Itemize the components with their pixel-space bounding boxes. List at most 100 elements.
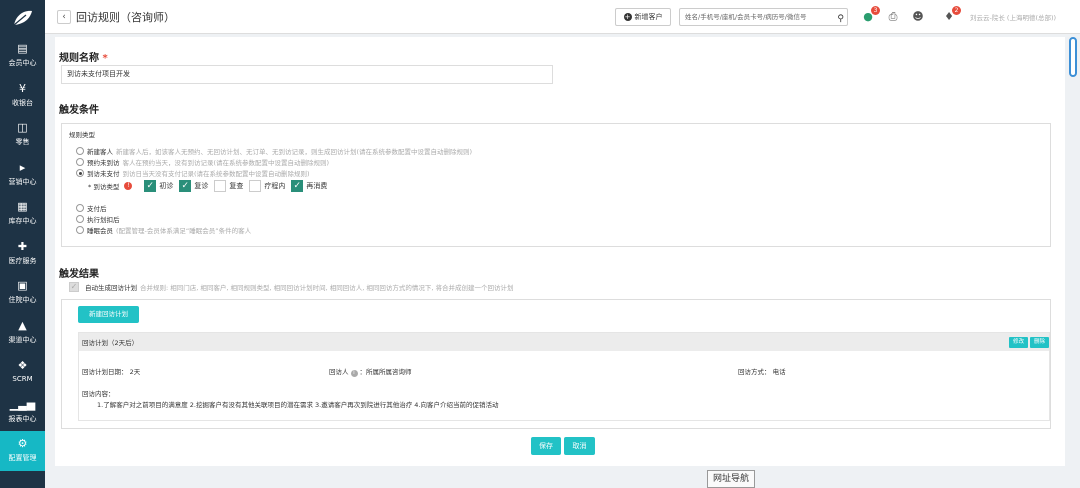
checkbox-in-course[interactable]: 疗程内	[249, 180, 285, 192]
checkbox-recheck[interactable]: 复查	[214, 180, 243, 192]
sidebar-item-marketing[interactable]: ▸ 营销中心	[0, 155, 45, 195]
sitemap-icon: ▲	[18, 318, 27, 332]
sidebar-item-member[interactable]: ▤ 会员中心	[0, 36, 45, 76]
gear-icon: ⚙	[17, 437, 28, 451]
auto-generate-label: 自动生成回访计划	[85, 284, 137, 292]
auto-generate-row: ✓ 自动生成回访计划 合并规则: 相同门店, 相同客户, 相同规则类型, 相同回…	[69, 282, 514, 292]
plan-header: 回访计划（2天后） 修改 删除	[79, 333, 1049, 351]
radio-button[interactable]	[76, 147, 84, 155]
checkbox-first-visit[interactable]: ✓ 初诊	[144, 180, 173, 192]
required-mark: *	[102, 53, 108, 64]
sidebar-item-label: 营销中心	[8, 177, 37, 186]
gift-icon: ▤	[17, 42, 28, 56]
rule-name-label: 规则名称	[59, 53, 99, 64]
option-visit-no-pay[interactable]: 到访未支付 到访日当天没有支付记录(请在系统参数配置中设置自动删除规则)	[76, 168, 310, 178]
plan-visitor-label: 回访人	[329, 368, 349, 376]
checkbox-reconsume[interactable]: ✓ 再消费	[291, 180, 327, 192]
option-after-deduction[interactable]: 执行划扣后	[76, 214, 123, 224]
checkbox-label: 复诊	[194, 182, 209, 190]
checkbox-icon	[214, 180, 227, 192]
sidebar-item-cashier[interactable]: ¥ 收银台	[0, 76, 45, 116]
sidebar-item-scrm[interactable]: ❖ SCRM	[0, 352, 45, 392]
checkbox-label: 初诊	[159, 182, 174, 190]
plan-header-title: 回访计划（2天后）	[82, 339, 139, 347]
radio-button[interactable]	[76, 215, 84, 223]
search-icon[interactable]: ⚲	[837, 11, 844, 25]
trigger-box: 规则类型 新建客人 新建客人后，如该客人无预约、无回访计划、无订单、无到访记录，则…	[61, 123, 1051, 247]
chat-badge: 3	[871, 6, 880, 15]
bell-icon[interactable]: ♦ 2	[942, 6, 961, 24]
visit-type-label-text: 到访类型	[93, 183, 120, 191]
sidebar-item-inventory[interactable]: ▦ 库存中心	[0, 194, 45, 234]
checkbox-label: 复查	[229, 182, 244, 190]
sidebar-item-channel[interactable]: ▲ 渠道中心	[0, 313, 45, 353]
plan-visitor-value: ：所属所属咨询师	[359, 368, 412, 376]
edit-button[interactable]: 修改	[1009, 337, 1028, 348]
option-label: 执行划扣后	[87, 216, 120, 224]
sidebar-item-label: 渠道中心	[8, 335, 37, 344]
result-box: 新建回访计划 回访计划（2天后） 修改 删除 回访计划日期： 2天 回访人 i ：所…	[61, 299, 1051, 429]
main-content: 规则名称 * 到访未支付项目开发 触发条件 规则类型 新建客人 新建客人后，如该客…	[55, 37, 1065, 466]
plan-method-label: 回访方式：	[738, 368, 771, 376]
radio-button[interactable]	[76, 158, 84, 166]
search-input[interactable]: 姓名/手机号/座机/会员卡号/病历号/微信号 ⚲	[679, 8, 848, 26]
info-icon[interactable]: i	[350, 370, 358, 377]
rule-name-input[interactable]: 到访未支付项目开发	[61, 65, 553, 84]
info-icon[interactable]: !	[124, 182, 133, 190]
url-nav-tooltip[interactable]: 网址导航	[707, 470, 755, 488]
new-plan-button[interactable]: 新建回访计划	[78, 306, 139, 323]
radio-button[interactable]	[76, 226, 84, 234]
medical-kit-icon: ✚	[17, 239, 28, 253]
sidebar-item-inpatient[interactable]: ▣ 住院中心	[0, 273, 45, 313]
option-after-payment[interactable]: 支付后	[76, 203, 110, 213]
chat-icon[interactable]: ● 3	[861, 6, 880, 24]
plan-date-label: 回访计划日期：	[82, 368, 128, 376]
radio-button-checked[interactable]	[76, 169, 84, 177]
sidebar-item-label: 零售	[15, 138, 30, 147]
option-booked-no-visit[interactable]: 预约未到访 客人在预约当天，没有到访记录(请在系统参数配置中设置自动删除规则)	[76, 157, 329, 167]
printer-icon[interactable]: ⎙	[886, 10, 900, 24]
sidebar-item-label: 配置管理	[8, 454, 37, 463]
option-label: 新建客人	[87, 148, 113, 156]
sidebar-item-medical[interactable]: ✚ 医疗服务	[0, 234, 45, 274]
checkbox-return-visit[interactable]: ✓ 复诊	[179, 180, 208, 192]
sidebar-item-config[interactable]: ⚙ 配置管理	[0, 431, 45, 471]
plan-content-value: 1.了解客户对之前项目的满意度 2.挖掘客户有没有其他关联项目的潜在需求 3.邀…	[97, 401, 499, 409]
add-customer-label: 新增客户	[634, 13, 663, 21]
back-button[interactable]: ‹	[57, 10, 71, 24]
plan-visitor: 回访人 i ：所属所属咨询师	[329, 366, 412, 377]
checkbox-label: 疗程内	[264, 182, 286, 190]
auto-generate-desc: 合并规则: 相同门店, 相同客户, 相同规则类型, 相同回访计划时间, 相同回访…	[140, 284, 514, 292]
option-label: 预约未到访	[87, 159, 120, 167]
sidebar-item-reports[interactable]: ▁▃▅ 报表中心	[0, 392, 45, 432]
plan-card: 回访计划（2天后） 修改 删除 回访计划日期： 2天 回访人 i ：所属所属咨询师 …	[78, 332, 1050, 421]
clipboard-icon: ▣	[17, 279, 28, 293]
checkbox-label: 再消费	[306, 182, 328, 190]
option-desc: 新建客人后，如该客人无预约、无回访计划、无订单、无到访记录，则生成回访计划(请在…	[116, 148, 473, 156]
sidebar-item-label: 住院中心	[8, 296, 37, 305]
option-desc: 到访日当天没有支付记录(请在系统参数配置中设置自动删除规则)	[122, 170, 310, 178]
users-icon[interactable]: ☻	[911, 10, 925, 24]
option-sleeping-member[interactable]: 睡眠会员 (配置管理-会员体系满足“睡眠会员”条件的客人	[76, 225, 251, 235]
app-logo[interactable]	[0, 0, 45, 36]
yen-icon: ¥	[19, 81, 26, 95]
rule-type-label: 规则类型	[69, 131, 95, 139]
add-customer-button[interactable]: + 新增客户	[615, 8, 671, 26]
option-new-customer[interactable]: 新建客人 新建客人后，如该客人无预约、无回访计划、无订单、无到访记录，则生成回访计…	[76, 146, 472, 156]
sidebar-item-label: SCRM	[12, 375, 33, 384]
checkbox-icon	[249, 180, 262, 192]
sidebar-item-retail[interactable]: ◫ 零售	[0, 115, 45, 155]
plan-content-label: 回访内容：	[82, 390, 115, 398]
plan-date: 回访计划日期： 2天	[82, 366, 140, 376]
sidebar-item-label: 报表中心	[8, 414, 37, 423]
delete-button[interactable]: 删除	[1030, 337, 1049, 348]
checkbox-icon: ✓	[291, 180, 304, 192]
sidebar-item-label: 医疗服务	[8, 256, 37, 265]
vertical-scrollbar[interactable]	[1069, 37, 1077, 77]
grid-icon: ▦	[17, 200, 28, 214]
cart-icon: ◫	[17, 121, 28, 135]
radio-button[interactable]	[76, 204, 84, 212]
save-button[interactable]: 保存	[531, 437, 561, 455]
cancel-button[interactable]: 取消	[564, 437, 595, 455]
user-info[interactable]: 刘云云-院长 (上海明德(总部))	[970, 12, 1056, 22]
